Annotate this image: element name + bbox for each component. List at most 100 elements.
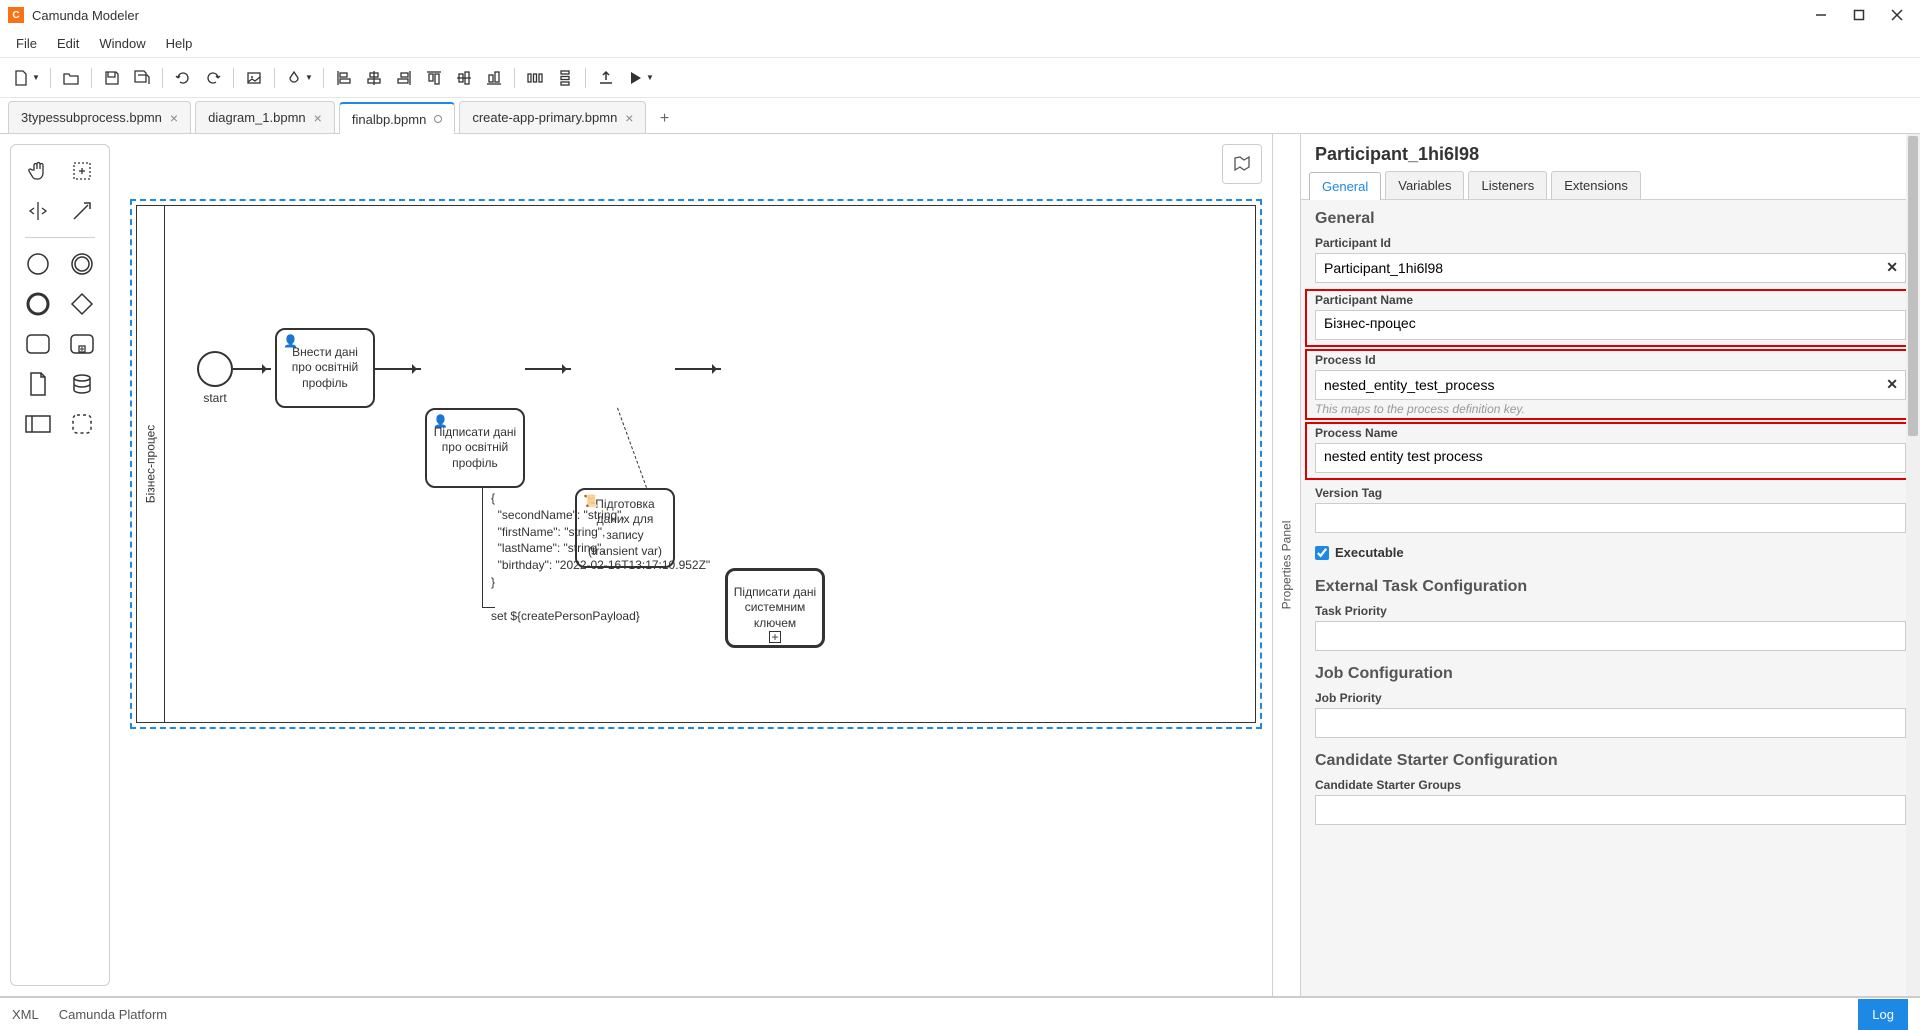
unsaved-indicator-icon [434, 115, 442, 123]
connect-tool[interactable] [64, 193, 100, 229]
process-name-input[interactable]: nested entity test process [1315, 443, 1906, 473]
close-icon[interactable]: × [314, 110, 322, 126]
menu-help[interactable]: Help [158, 34, 201, 53]
start-event-tool[interactable] [20, 246, 56, 282]
align-left-button[interactable] [330, 64, 358, 92]
process-id-input[interactable] [1315, 370, 1906, 400]
call-activity[interactable]: Підписати дані системним ключем + [725, 568, 825, 648]
tab-variables[interactable]: Variables [1385, 171, 1464, 199]
run-button[interactable]: ▼ [622, 64, 658, 92]
sequence-flow[interactable] [675, 368, 721, 370]
align-top-button[interactable] [420, 64, 448, 92]
user-icon: 👤 [433, 414, 448, 430]
clear-icon[interactable]: ✕ [1886, 376, 1898, 393]
pool-tool[interactable] [20, 406, 56, 442]
tab-3typessubprocess[interactable]: 3typessubprocess.bpmn× [8, 101, 191, 133]
align-right-button[interactable] [390, 64, 418, 92]
tab-extensions[interactable]: Extensions [1551, 171, 1641, 199]
menu-file[interactable]: File [8, 34, 45, 53]
section-external-task: External Task Configuration [1301, 568, 1920, 600]
distribute-v-button[interactable] [551, 64, 579, 92]
end-event-tool[interactable] [20, 286, 56, 322]
distribute-h-button[interactable] [521, 64, 549, 92]
canvas[interactable]: Бізнес-процес start 👤 Внести дані про ос… [120, 134, 1272, 996]
data-store-tool[interactable] [64, 366, 100, 402]
candidate-groups-input[interactable] [1315, 795, 1906, 825]
properties-tabs: General Variables Listeners Extensions [1301, 171, 1920, 200]
field-process-id: Process Id ✕ This maps to the process de… [1305, 349, 1916, 420]
toolbar: ▼ ▼ ▼ [0, 58, 1920, 98]
align-center-v-button[interactable] [450, 64, 478, 92]
separator [233, 68, 234, 88]
section-general: General [1301, 200, 1920, 232]
scrollbar[interactable] [1906, 134, 1920, 996]
close-icon[interactable] [1890, 8, 1904, 22]
status-platform[interactable]: Camunda Platform [59, 1007, 167, 1022]
open-file-button[interactable] [57, 64, 85, 92]
job-priority-input[interactable] [1315, 708, 1906, 738]
new-tab-button[interactable]: + [650, 105, 678, 133]
close-icon[interactable]: × [625, 110, 633, 126]
properties-title: Participant_1hi6l98 [1301, 134, 1920, 171]
menu-edit[interactable]: Edit [49, 34, 87, 53]
tab-diagram1[interactable]: diagram_1.bpmn× [195, 101, 335, 133]
tab-finalbp[interactable]: finalbp.bpmn [339, 102, 455, 134]
close-icon[interactable]: × [170, 110, 178, 126]
participant-name-input[interactable]: Бізнес-процес [1315, 310, 1906, 340]
gateway-tool[interactable] [64, 286, 100, 322]
log-button[interactable]: Log [1858, 999, 1908, 1030]
status-xml[interactable]: XML [12, 1007, 39, 1022]
sequence-flow[interactable] [525, 368, 571, 370]
image-button[interactable] [240, 64, 268, 92]
save-button[interactable] [98, 64, 126, 92]
undo-button[interactable] [169, 64, 197, 92]
scrollbar-thumb[interactable] [1908, 136, 1918, 436]
redo-button[interactable] [199, 64, 227, 92]
section-candidate-starter: Candidate Starter Configuration [1301, 742, 1920, 774]
task-tool[interactable] [20, 326, 56, 362]
pool-header[interactable]: Бізнес-процес [137, 206, 165, 722]
menu-window[interactable]: Window [91, 34, 153, 53]
align-bottom-button[interactable] [480, 64, 508, 92]
group-tool[interactable] [64, 406, 100, 442]
task-priority-label: Task Priority [1315, 604, 1906, 618]
sequence-flow[interactable] [375, 368, 421, 370]
minimize-icon[interactable] [1814, 8, 1828, 22]
align-center-h-button[interactable] [360, 64, 388, 92]
deploy-button[interactable] [592, 64, 620, 92]
job-priority-label: Job Priority [1315, 691, 1906, 705]
participant-id-input[interactable] [1315, 253, 1906, 283]
save-all-button[interactable] [128, 64, 156, 92]
separator [50, 68, 51, 88]
association[interactable] [617, 408, 647, 488]
data-object-tool[interactable] [20, 366, 56, 402]
hand-tool[interactable] [20, 153, 56, 189]
process-id-hint: This maps to the process definition key. [1315, 402, 1906, 416]
text-annotation[interactable]: { "secondName": "string", "firstName": "… [482, 486, 718, 608]
properties-panel: Participant_1hi6l98 General Variables Li… [1300, 134, 1920, 996]
clear-icon[interactable]: ✕ [1886, 259, 1898, 276]
expand-marker-icon: + [769, 631, 781, 643]
user-task-2[interactable]: 👤 Підписати дані про освітній профіль [425, 408, 525, 488]
intermediate-event-tool[interactable] [64, 246, 100, 282]
task-priority-input[interactable] [1315, 621, 1906, 651]
new-file-button[interactable]: ▼ [8, 64, 44, 92]
pool-participant[interactable]: Бізнес-процес start 👤 Внести дані про ос… [130, 199, 1262, 729]
tab-listeners[interactable]: Listeners [1468, 171, 1547, 199]
space-tool[interactable] [20, 193, 56, 229]
version-tag-input[interactable] [1315, 503, 1906, 533]
subprocess-tool[interactable] [64, 326, 100, 362]
user-task-1[interactable]: 👤 Внести дані про освітній профіль [275, 328, 375, 408]
start-event[interactable]: start [197, 351, 233, 387]
executable-checkbox[interactable] [1315, 546, 1329, 560]
tab-create-app-primary[interactable]: create-app-primary.bpmn × [459, 101, 646, 133]
sequence-flow[interactable] [233, 368, 271, 370]
task-label: Внести дані про освітній профіль [281, 345, 369, 392]
lasso-tool[interactable] [64, 153, 100, 189]
color-button[interactable]: ▼ [281, 64, 317, 92]
tab-general[interactable]: General [1309, 172, 1381, 200]
maximize-icon[interactable] [1852, 8, 1866, 22]
properties-panel-toggle[interactable]: Properties Panel [1272, 134, 1300, 996]
tab-label: create-app-primary.bpmn [472, 110, 617, 125]
minimap-toggle[interactable] [1222, 144, 1262, 184]
